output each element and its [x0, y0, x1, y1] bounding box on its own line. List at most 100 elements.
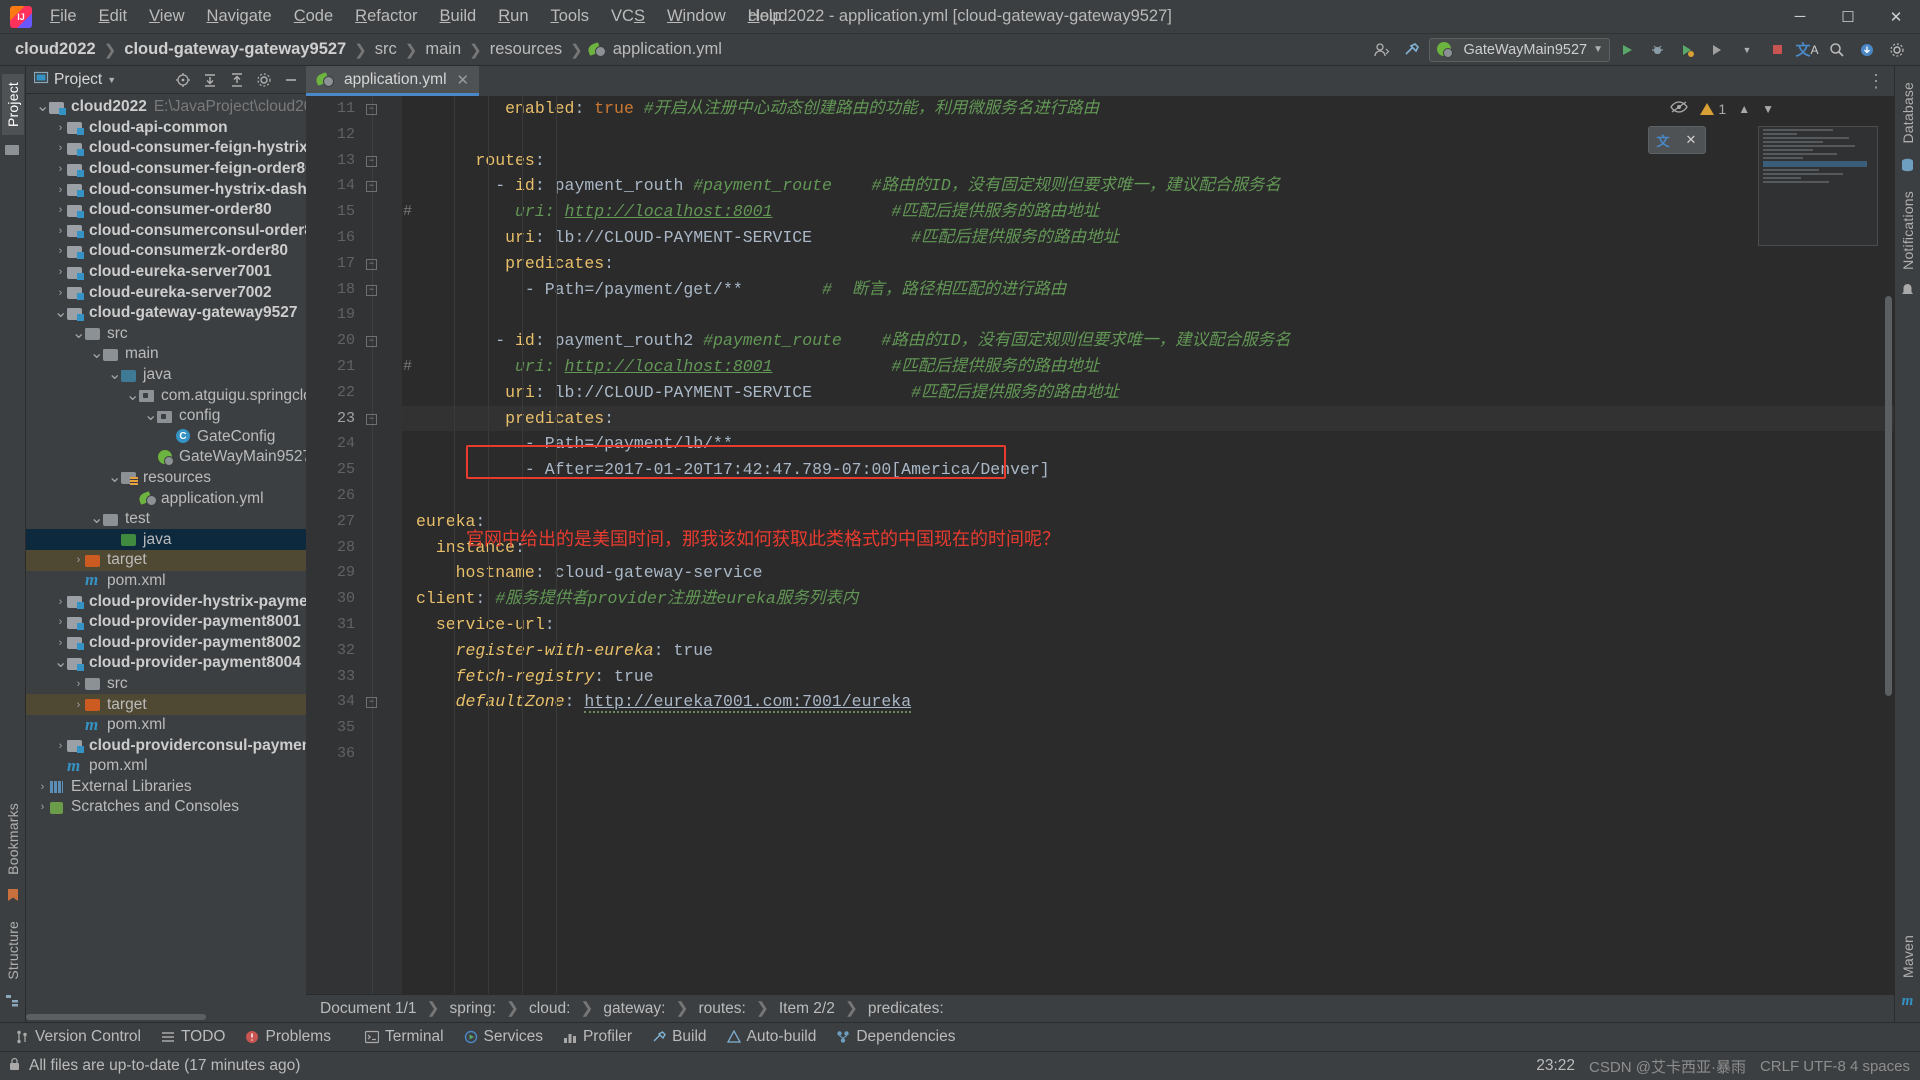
tree-node-com-atguigu-springcloud[interactable]: ⌄ com.atguigu.springcloud — [26, 385, 306, 406]
gutter-line-number[interactable]: 20− — [306, 328, 402, 354]
chevron-right-icon[interactable]: › — [54, 225, 67, 237]
stop-icon[interactable] — [1764, 38, 1790, 62]
chevron-down-icon[interactable]: ⌄ — [144, 408, 157, 424]
chevron-down-icon[interactable]: ▼ — [107, 75, 116, 85]
sidebar-item-maven[interactable]: Maven — [1897, 927, 1919, 986]
more-options-icon[interactable]: ⋮ — [1867, 71, 1886, 92]
gutter-line-number[interactable]: 24 — [306, 431, 402, 457]
menu-item-run[interactable]: Run — [488, 3, 538, 30]
menu-item-navigate[interactable]: Navigate — [197, 3, 282, 30]
chevron-down-icon[interactable]: ▼ — [1762, 102, 1774, 116]
tree-node-cloud-consumerzk-order80[interactable]: › cloud-consumerzk-order80 — [26, 241, 306, 262]
tree-node-cloud-consumer-feign-order80[interactable]: › cloud-consumer-feign-order80 — [26, 159, 306, 180]
menu-item-vcs[interactable]: VCS — [601, 3, 655, 30]
menu-item-tools[interactable]: Tools — [541, 3, 600, 30]
chevron-right-icon[interactable]: › — [72, 678, 85, 690]
bottom-tool-auto-build[interactable]: Auto-build — [718, 1025, 826, 1049]
tree-node-cloud-providerconsul-payment8006[interactable]: › cloud-providerconsul-payment8006 — [26, 735, 306, 756]
breadcrumb-item-project[interactable]: cloud2022 — [12, 39, 99, 60]
chevron-down-icon[interactable]: ▼ — [1734, 38, 1760, 62]
chevron-down-icon[interactable]: ⌄ — [90, 346, 103, 362]
code-line[interactable] — [416, 715, 1894, 741]
gutter-line-number[interactable]: 21 # — [306, 354, 412, 380]
breadcrumb-item-src[interactable]: src — [372, 39, 400, 60]
gutter-line-number[interactable]: 23− — [306, 406, 402, 432]
collapse-all-icon[interactable] — [226, 69, 248, 91]
chevron-right-icon[interactable]: › — [54, 596, 67, 608]
tree-node-cloud-api-common[interactable]: › cloud-api-common — [26, 118, 306, 139]
tree-node-application-yml[interactable]: application.yml — [26, 488, 306, 509]
doc-crumb-spring[interactable]: spring: — [450, 1000, 497, 1018]
tree-node-cloud2022[interactable]: ⌄ cloud2022 E:\JavaProject\cloud2022 — [26, 97, 306, 118]
gutter-line-number[interactable]: 11− — [306, 96, 402, 122]
chevron-right-icon[interactable]: › — [36, 801, 49, 813]
expand-all-icon[interactable] — [199, 69, 221, 91]
fold-collapse-icon[interactable]: − — [366, 336, 377, 348]
tree-node-cloud-consumer-hystrix-dashboard9001[interactable]: › cloud-consumer-hystrix-dashboard9001 — [26, 179, 306, 200]
menu-item-view[interactable]: View — [139, 3, 194, 30]
tree-node-external-libraries[interactable]: › External Libraries — [26, 777, 306, 798]
code-line[interactable] — [416, 741, 1894, 767]
gutter-line-number[interactable]: 13− — [306, 148, 402, 174]
chevron-down-icon[interactable]: ⌄ — [36, 99, 49, 115]
run-icon[interactable] — [1614, 38, 1640, 62]
tree-node-cloud-provider-payment8004[interactable]: ⌄ cloud-provider-payment8004 — [26, 653, 306, 674]
tree-node-cloud-eureka-server7001[interactable]: › cloud-eureka-server7001 — [26, 262, 306, 283]
editor-gutter[interactable]: 11−12 13−14−15 #16 17−18−19 20−21 #22 23−24 25 2… — [306, 96, 412, 994]
gutter-line-number[interactable]: 36 — [306, 741, 402, 767]
tree-node-cloud-consumer-feign-hystrix-order80[interactable]: › cloud-consumer-feign-hystrix-order80 — [26, 138, 306, 159]
tree-node-target[interactable]: › target — [26, 694, 306, 715]
tree-node-pom-xml[interactable]: pom.xml — [26, 756, 306, 777]
chevron-down-icon[interactable]: ⌄ — [54, 305, 67, 321]
tree-node-src[interactable]: › src — [26, 674, 306, 695]
tree-node-config[interactable]: ⌄ config — [26, 406, 306, 427]
breadcrumb-item-module[interactable]: cloud-gateway-gateway9527 — [121, 39, 349, 60]
gutter-line-number[interactable]: 12 — [306, 122, 402, 148]
tree-node-resources[interactable]: ⌄ resources — [26, 468, 306, 489]
chevron-right-icon[interactable]: › — [54, 163, 67, 175]
tree-node-target[interactable]: › target — [26, 550, 306, 571]
translate-icon[interactable]: 文A — [1794, 38, 1820, 62]
code-line[interactable]: defaultZone: http://eureka7001.com:7001/… — [416, 689, 1894, 715]
close-icon[interactable]: ✕ — [1677, 132, 1705, 148]
doc-crumb-cloud[interactable]: cloud: — [529, 1000, 570, 1018]
bottom-tool-services[interactable]: Services — [455, 1025, 552, 1049]
gutter-line-number[interactable]: 15 # — [306, 199, 412, 225]
code-minimap[interactable] — [1758, 126, 1878, 246]
tree-node-cloud-eureka-server7002[interactable]: › cloud-eureka-server7002 — [26, 282, 306, 303]
code-line[interactable]: - After=2017-01-20T17:42:47.789-07:00[Am… — [416, 457, 1894, 483]
close-icon[interactable]: ✕ — [1872, 0, 1920, 33]
tree-node-main[interactable]: ⌄ main — [26, 344, 306, 365]
fold-collapse-icon[interactable]: − — [366, 413, 377, 425]
doc-crumb-predicates[interactable]: predicates: — [868, 1000, 944, 1018]
tree-node-scratches-and-consoles[interactable]: › Scratches and Consoles — [26, 797, 306, 818]
chevron-right-icon[interactable]: › — [54, 122, 67, 134]
code-line[interactable]: - id: payment_routh #payment_route #路由的I… — [416, 173, 1894, 199]
tree-node-pom-xml[interactable]: pom.xml — [26, 715, 306, 736]
code-line[interactable] — [416, 302, 1894, 328]
hide-panel-icon[interactable] — [280, 69, 302, 91]
chevron-down-icon[interactable]: ⌄ — [108, 469, 121, 485]
gutter-line-number[interactable]: 32 — [306, 638, 402, 664]
search-icon[interactable] — [1824, 38, 1850, 62]
chevron-down-icon[interactable]: ⌄ — [126, 387, 139, 403]
sidebar-item-database[interactable]: Database — [1897, 74, 1919, 152]
chevron-right-icon[interactable]: › — [54, 740, 67, 752]
gutter-line-number[interactable]: 22 — [306, 380, 402, 406]
breadcrumb-item-resources[interactable]: resources — [487, 39, 565, 60]
tree-node-cloud-provider-payment8001[interactable]: › cloud-provider-payment8001 — [26, 612, 306, 633]
warning-count-chip[interactable]: 1 — [1700, 101, 1726, 117]
tree-node-cloud-consumer-order80[interactable]: › cloud-consumer-order80 — [26, 200, 306, 221]
maximize-icon[interactable]: ☐ — [1824, 0, 1872, 33]
code-line[interactable]: - Path=/payment/get/** # 断言，路径相匹配的进行路由 — [416, 277, 1894, 303]
gutter-line-number[interactable]: 16 — [306, 225, 402, 251]
breadcrumb-item-file[interactable]: application.yml — [610, 39, 725, 60]
build-hammer-icon[interactable] — [1399, 38, 1425, 62]
sidebar-item-notifications[interactable]: Notifications — [1897, 183, 1919, 278]
gutter-line-number[interactable]: 35 — [306, 715, 402, 741]
menu-item-code[interactable]: Code — [284, 3, 343, 30]
gutter-line-number[interactable]: 29 — [306, 560, 402, 586]
bottom-tool-dependencies[interactable]: Dependencies — [827, 1025, 964, 1049]
editor-vscrollbar[interactable] — [1884, 96, 1893, 994]
chevron-down-icon[interactable]: ⌄ — [54, 655, 67, 671]
